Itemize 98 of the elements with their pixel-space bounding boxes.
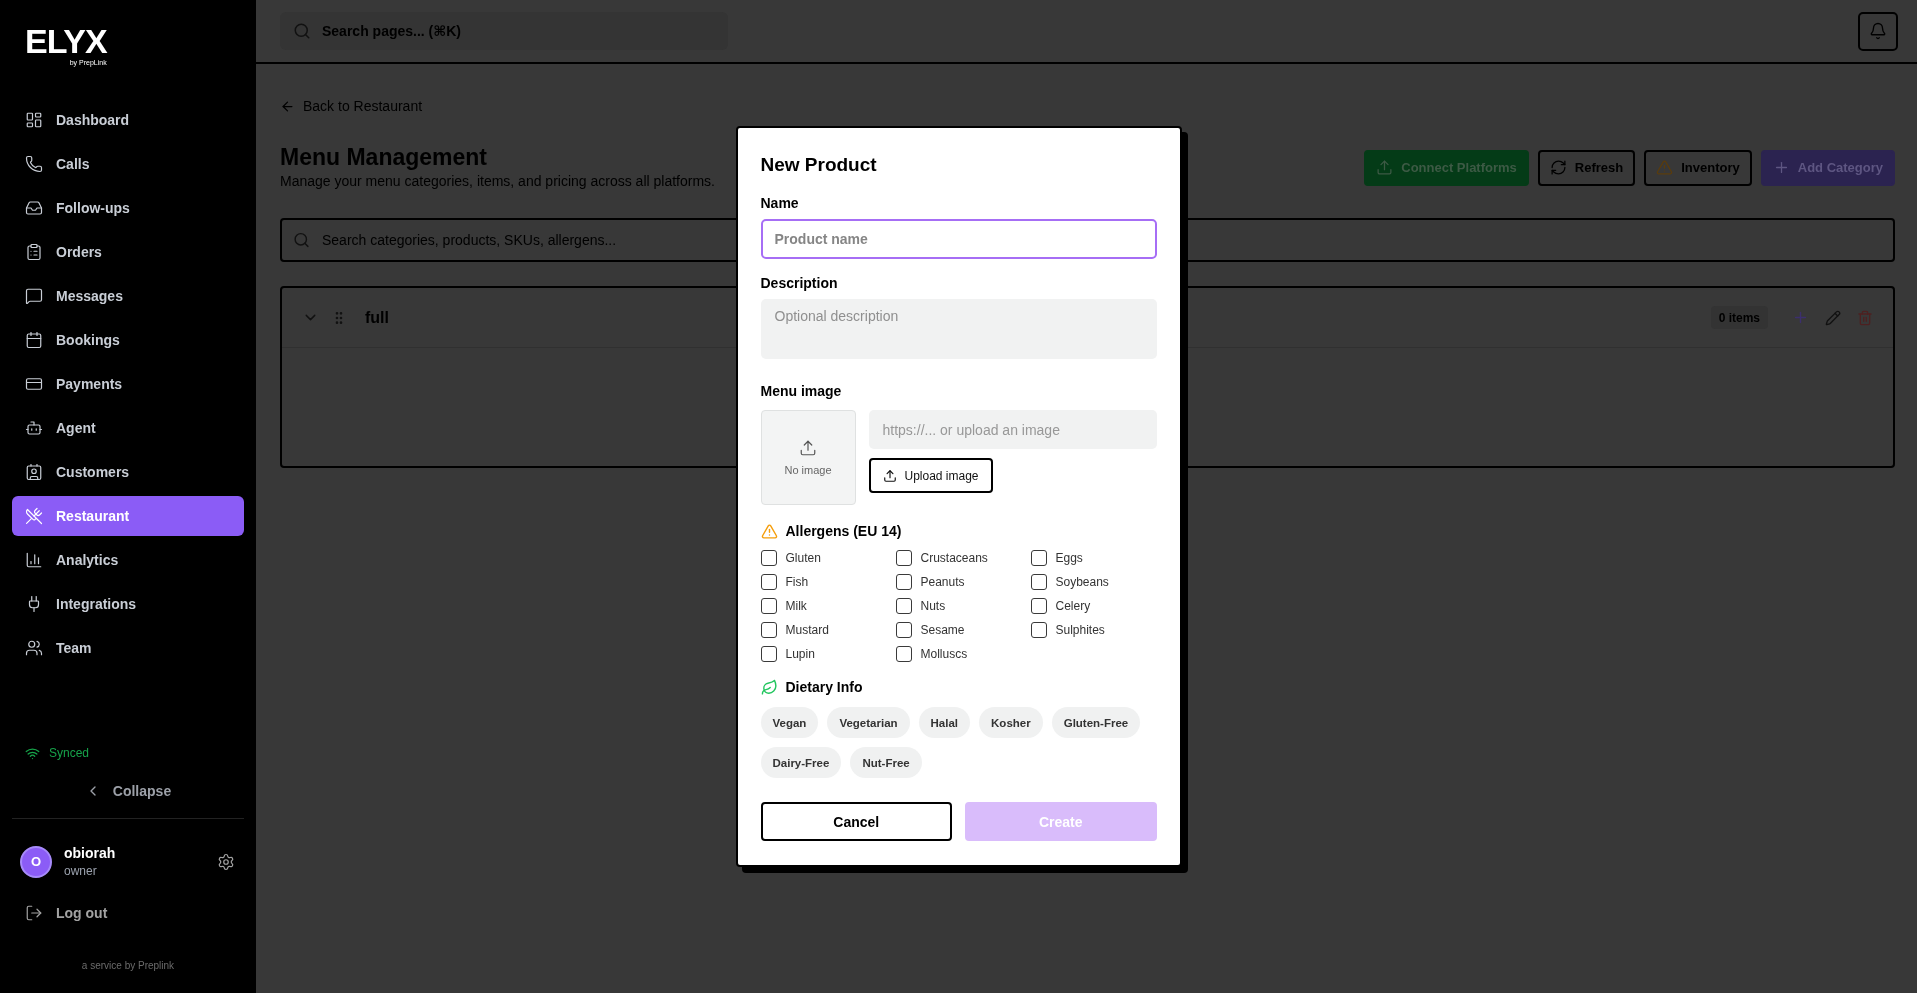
nav-item[interactable]: Payments: [12, 364, 244, 404]
diet-tag[interactable]: Nut-Free: [850, 747, 922, 778]
grid-icon: [25, 111, 43, 129]
checkbox[interactable]: [895, 646, 912, 662]
nav-item[interactable]: Bookings: [12, 320, 244, 360]
nav-item[interactable]: Restaurant: [12, 496, 244, 536]
category-name: full: [365, 308, 389, 327]
logout-button[interactable]: Log out: [12, 901, 121, 925]
user-name: obiorah: [64, 845, 116, 862]
search-icon: [293, 231, 310, 249]
description-input[interactable]: Optional description: [760, 299, 1157, 359]
refresh-icon: [1549, 159, 1567, 176]
checkbox-label: Lupin: [785, 647, 815, 661]
warning-icon: [760, 522, 778, 540]
nav-item[interactable]: Team: [12, 628, 244, 668]
user-avatar: O: [20, 845, 52, 878]
checkbox[interactable]: [1030, 598, 1047, 614]
checkbox[interactable]: [1030, 622, 1047, 638]
checkbox-label: Crustaceans: [920, 551, 988, 565]
checkbox[interactable]: [895, 598, 912, 614]
robot-icon: [25, 419, 43, 437]
checkbox[interactable]: [895, 622, 912, 638]
image-url-input[interactable]: https://... or upload an image: [868, 410, 1157, 449]
nav-item[interactable]: Messages: [12, 276, 244, 316]
checkbox-label: Molluscs: [920, 647, 968, 661]
utensils-icon: [25, 507, 43, 525]
nav-item[interactable]: Follow-ups: [12, 188, 244, 228]
diet-tag[interactable]: Gluten-Free: [1051, 707, 1141, 738]
checkbox-label: Celery: [1055, 599, 1091, 613]
upload-image-button[interactable]: Upload image: [868, 458, 993, 493]
checkbox[interactable]: [1030, 574, 1047, 590]
warning-icon: [1656, 159, 1674, 176]
checkbox[interactable]: [760, 598, 777, 614]
checkbox-label: Sesame: [920, 623, 965, 637]
footer-text: a service by Preplink: [81, 960, 175, 972]
upload-icon: [799, 438, 817, 457]
users-icon: [25, 639, 43, 657]
section-title: Allergens (EU 14): [785, 523, 902, 539]
inbox-icon: [25, 199, 43, 217]
clipboard-icon: [25, 243, 43, 261]
logout-icon: [25, 904, 43, 922]
checkbox-label: Fish: [785, 575, 809, 589]
page-title: Menu Management: [280, 144, 488, 171]
name-input[interactable]: Product name: [760, 219, 1157, 259]
image-preview[interactable]: No image: [760, 410, 856, 505]
checkbox[interactable]: [895, 574, 912, 590]
diet-tag[interactable]: Vegetarian: [827, 707, 910, 738]
settings-icon: [217, 852, 235, 871]
checkbox[interactable]: [760, 622, 777, 638]
diet-tag[interactable]: Dairy-Free: [760, 747, 842, 778]
bell-icon: [1869, 22, 1887, 40]
search-icon: [293, 22, 311, 40]
checkbox-label: Peanuts: [920, 575, 965, 589]
checkbox-label: Soybeans: [1055, 575, 1109, 589]
checkbox[interactable]: [1030, 550, 1047, 566]
checkbox-label: Eggs: [1055, 551, 1083, 565]
checkbox-label: Gluten: [785, 551, 821, 565]
preview-text: No image: [784, 463, 832, 477]
credit-card-icon: [25, 375, 43, 393]
bar-chart-icon: [25, 551, 43, 569]
chat-icon: [25, 287, 43, 305]
nav-item[interactable]: Calls: [12, 144, 244, 184]
checkbox-label: Sulphites: [1055, 623, 1105, 637]
user-role: owner: [64, 864, 97, 878]
checkbox-label: Mustard: [785, 623, 829, 637]
checkbox[interactable]: [760, 646, 777, 662]
checkbox-label: Nuts: [920, 599, 946, 613]
checkbox-label: Milk: [785, 599, 807, 613]
nav-item[interactable]: Integrations: [12, 584, 244, 624]
upload-icon: [1376, 159, 1394, 176]
checkbox[interactable]: [760, 574, 777, 590]
nav-item[interactable]: Orders: [12, 232, 244, 272]
checkbox[interactable]: [760, 550, 777, 566]
diet-tag[interactable]: Vegan: [760, 707, 819, 738]
checkbox[interactable]: [895, 550, 912, 566]
section-title: Dietary Info: [785, 679, 863, 695]
upload-icon: [882, 468, 897, 483]
nav-item[interactable]: Dashboard: [12, 100, 244, 140]
nav-item[interactable]: Agent: [12, 408, 244, 448]
dialog-title: New Product: [760, 153, 878, 177]
logo-wordmark: ELYX: [25, 26, 107, 57]
contact-card-icon: [25, 463, 43, 481]
field-label: Name: [760, 194, 799, 212]
nav-item[interactable]: Customers: [12, 452, 244, 492]
nav-item[interactable]: Analytics: [12, 540, 244, 580]
wifi-icon: [25, 745, 40, 761]
settings-button[interactable]: [217, 852, 235, 871]
diet-tag[interactable]: Kosher: [979, 707, 1043, 738]
diet-tag[interactable]: Halal: [918, 707, 971, 738]
field-label: Description: [760, 274, 838, 292]
collapse-button[interactable]: Collapse: [78, 779, 178, 803]
leaf-icon: [760, 678, 778, 696]
sync-status: Synced: [49, 746, 90, 760]
page-subtitle: Manage your menu categories, items, and pricing across all platforms.: [280, 172, 715, 191]
calendar-icon: [25, 331, 43, 349]
cancel-button[interactable]: Cancel: [760, 802, 952, 841]
phone-icon: [25, 155, 43, 173]
field-label: Menu image: [760, 382, 842, 400]
